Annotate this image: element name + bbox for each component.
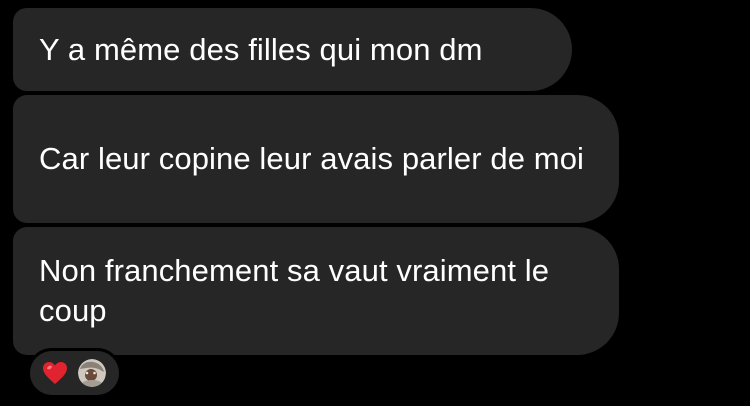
reactor-avatar[interactable] bbox=[78, 359, 106, 387]
reaction-bar[interactable] bbox=[27, 348, 122, 398]
message-thread: Y a même des filles qui mon dm Car leur … bbox=[0, 0, 750, 406]
message-text: Y a même des filles qui mon dm bbox=[39, 31, 483, 67]
message-text: Car leur copine leur avais parler de moi bbox=[39, 141, 585, 176]
message-bubble[interactable]: Y a même des filles qui mon dm bbox=[13, 8, 572, 91]
message-text: Non franchement sa vaut vraiment le coup bbox=[39, 253, 550, 328]
message-bubble[interactable]: Non franchement sa vaut vraiment le coup bbox=[13, 227, 619, 355]
message-bubble[interactable]: Car leur copine leur avais parler de moi bbox=[13, 95, 619, 223]
red-heart-icon bbox=[43, 362, 67, 384]
